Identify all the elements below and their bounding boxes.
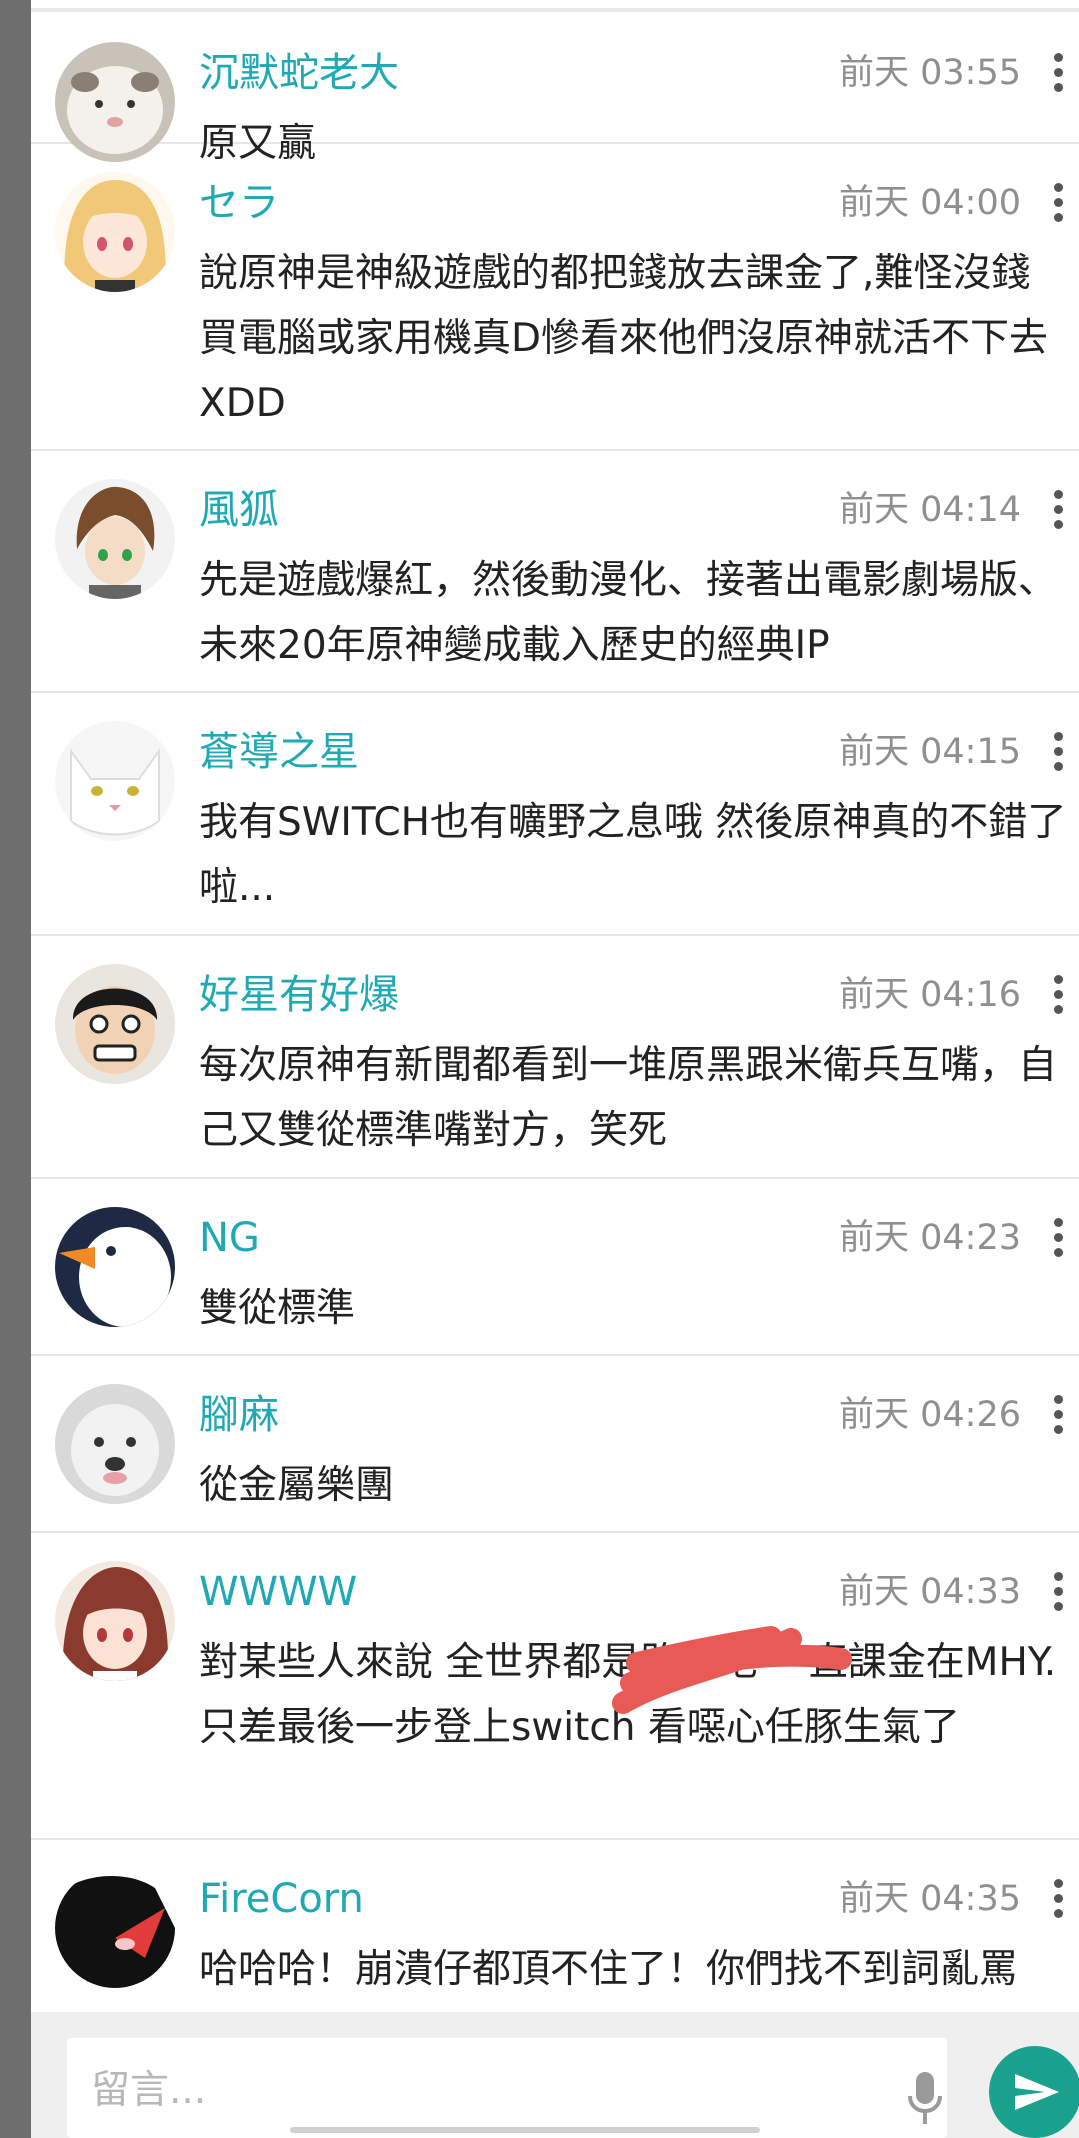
avatar[interactable] bbox=[55, 1384, 175, 1504]
comment-timestamp: 前天 04:26 bbox=[839, 1395, 1021, 1435]
commenter-name[interactable]: 沉默蛇老大 bbox=[199, 48, 399, 98]
commenter-name[interactable]: 風狐 bbox=[199, 485, 279, 535]
avatar[interactable] bbox=[55, 172, 175, 292]
home-indicator bbox=[290, 2127, 760, 2133]
send-button[interactable] bbox=[989, 2046, 1079, 2138]
more-vert-icon[interactable] bbox=[1043, 1215, 1073, 1261]
more-vert-icon[interactable] bbox=[1043, 1392, 1073, 1438]
comment-timestamp: 前天 04:15 bbox=[839, 732, 1021, 772]
avatar[interactable] bbox=[55, 479, 175, 599]
comment-input-box[interactable] bbox=[67, 2038, 947, 2138]
avatar[interactable] bbox=[55, 1561, 175, 1681]
avatar[interactable] bbox=[55, 721, 175, 841]
comment-text: 我有SWITCH也有曠野之息哦 然後原神真的不錯了啦... bbox=[199, 800, 1067, 910]
commenter-name[interactable]: 蒼導之星 bbox=[199, 727, 359, 777]
comment-compose-bar bbox=[31, 2012, 1079, 2138]
commenter-name[interactable]: WWWW bbox=[199, 1567, 357, 1617]
comment-timestamp: 前天 04:00 bbox=[839, 183, 1021, 223]
comment-item: 腳麻 前天 04:26 從金屬樂團 bbox=[31, 1356, 1079, 1533]
comment-input[interactable] bbox=[89, 2064, 853, 2116]
commenter-name[interactable]: NG bbox=[199, 1213, 260, 1263]
comment-timestamp: 前天 04:16 bbox=[839, 975, 1021, 1015]
commenter-name[interactable]: FireCorn bbox=[199, 1874, 364, 1924]
more-vert-icon[interactable] bbox=[1043, 729, 1073, 775]
comment-text: 從金屬樂團 bbox=[199, 1463, 395, 1508]
comment-item: 好星有好爆 前天 04:16 每次原神有新聞都看到一堆原黑跟米衛兵互嘴，自己又雙… bbox=[31, 936, 1079, 1179]
commenter-name[interactable]: 好星有好爆 bbox=[199, 970, 399, 1020]
comment-item: WWWW 前天 04:33 對某些人來說 全世界都是路人吧 一直課金在MHY. … bbox=[31, 1533, 1079, 1840]
comment-item: NG 前天 04:23 雙從標準 bbox=[31, 1179, 1079, 1356]
avatar[interactable] bbox=[55, 964, 175, 1084]
comment-item: 沉默蛇老大 前天 03:55 原又贏 bbox=[31, 14, 1079, 166]
comment-text: 說原神是神級遊戲的都把錢放去課金了,難怪沒錢買電腦或家用機真D慘看來他們沒原神就… bbox=[199, 251, 1049, 426]
comment-text: 每次原神有新聞都看到一堆原黑跟米衛兵互嘴，自己又雙從標準嘴對方，笑死 bbox=[199, 1043, 1058, 1153]
send-icon bbox=[1015, 2074, 1059, 2110]
comment-text: 哈哈哈！崩潰仔都頂不住了！你們找不到詞亂罵 bbox=[199, 1947, 1019, 1992]
comment-text: 先是遊戲爆紅，然後動漫化、接著出電影劇場版、未來20年原神變成載入歷史的經典IP bbox=[199, 558, 1058, 668]
avatar[interactable] bbox=[55, 1868, 175, 1988]
top-divider bbox=[31, 8, 1079, 12]
comment-item: 風狐 前天 04:14 先是遊戲爆紅，然後動漫化、接著出電影劇場版、未來20年原… bbox=[31, 451, 1079, 693]
more-vert-icon[interactable] bbox=[1043, 50, 1073, 96]
comment-timestamp: 前天 04:33 bbox=[839, 1572, 1021, 1612]
avatar[interactable] bbox=[55, 1207, 175, 1327]
commenter-name[interactable]: 腳麻 bbox=[199, 1390, 279, 1440]
comment-item: セラ 前天 04:00 說原神是神級遊戲的都把錢放去課金了,難怪沒錢買電腦或家用… bbox=[31, 144, 1079, 451]
comment-timestamp: 前天 03:55 bbox=[839, 53, 1021, 93]
comment-text: 雙從標準 bbox=[199, 1286, 356, 1331]
microphone-icon[interactable] bbox=[907, 2070, 943, 2126]
more-vert-icon[interactable] bbox=[1043, 487, 1073, 533]
commenter-name[interactable]: セラ bbox=[199, 178, 279, 228]
left-edge-strip bbox=[0, 0, 31, 2138]
more-vert-icon[interactable] bbox=[1043, 1876, 1073, 1922]
comment-timestamp: 前天 04:14 bbox=[839, 490, 1021, 530]
more-vert-icon[interactable] bbox=[1043, 180, 1073, 226]
more-vert-icon[interactable] bbox=[1043, 1569, 1073, 1615]
comment-timestamp: 前天 04:35 bbox=[839, 1879, 1021, 1919]
comment-text: 對某些人來說 全世界都是路人吧 一直課金在MHY. 只差最後一步登上switch… bbox=[199, 1640, 1057, 1750]
comment-item: 蒼導之星 前天 04:15 我有SWITCH也有曠野之息哦 然後原神真的不錯了啦… bbox=[31, 693, 1079, 936]
comment-timestamp: 前天 04:23 bbox=[839, 1218, 1021, 1258]
more-vert-icon[interactable] bbox=[1043, 972, 1073, 1018]
comment-list[interactable]: 沉默蛇老大 前天 03:55 原又贏 セラ 前天 04:00 說原神是神級遊戲的… bbox=[31, 14, 1079, 2012]
comment-item: FireCorn 前天 04:35 哈哈哈！崩潰仔都頂不住了！你們找不到詞亂罵 bbox=[31, 1840, 1079, 2012]
